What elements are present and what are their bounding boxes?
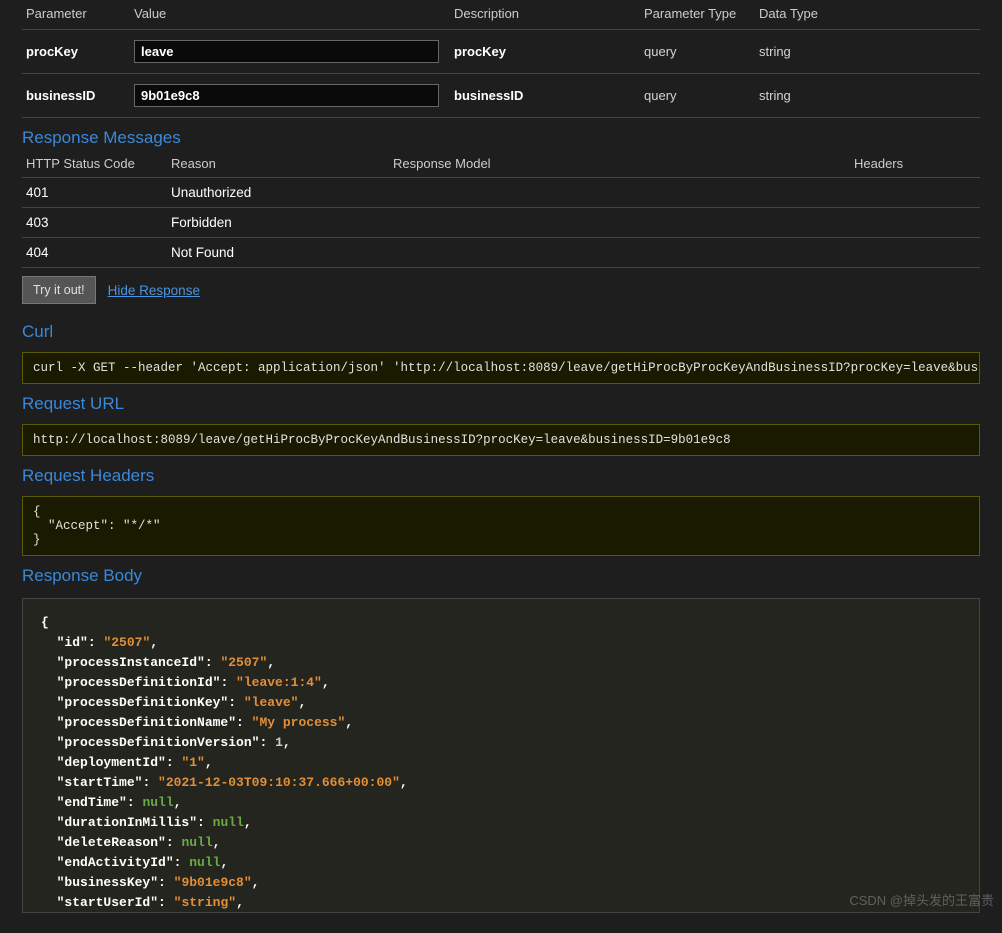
json-line: "endTime": null, bbox=[41, 793, 961, 813]
param-value-input[interactable] bbox=[134, 40, 439, 63]
param-row: procKeyprocKeyquerystring bbox=[22, 30, 980, 74]
response-messages-header: Response Messages bbox=[22, 118, 980, 152]
params-th-parameter: Parameter bbox=[22, 0, 130, 30]
try-it-out-button[interactable]: Try it out! bbox=[22, 276, 96, 304]
request-url-block: http://localhost:8089/leave/getHiProcByP… bbox=[22, 424, 980, 456]
rm-reason: Not Found bbox=[167, 238, 389, 268]
param-type: query bbox=[640, 74, 755, 118]
response-msg-row: 403Forbidden bbox=[22, 208, 980, 238]
json-line: "processDefinitionName": "My process", bbox=[41, 713, 961, 733]
param-description: businessID bbox=[450, 74, 640, 118]
response-msg-row: 404Not Found bbox=[22, 238, 980, 268]
param-datatype: string bbox=[755, 74, 980, 118]
rm-th-headers: Headers bbox=[850, 152, 980, 178]
param-value-input[interactable] bbox=[134, 84, 439, 107]
json-line: "durationInMillis": null, bbox=[41, 813, 961, 833]
json-line: "startUserId": "string", bbox=[41, 893, 961, 913]
rm-status: 403 bbox=[22, 208, 167, 238]
rm-status: 404 bbox=[22, 238, 167, 268]
param-description: procKey bbox=[450, 30, 640, 74]
json-line: "processDefinitionId": "leave:1:4", bbox=[41, 673, 961, 693]
rm-headers bbox=[850, 178, 980, 208]
json-line: "businessKey": "9b01e9c8", bbox=[41, 873, 961, 893]
response-messages-table: HTTP Status Code Reason Response Model H… bbox=[22, 152, 980, 268]
json-line: "startTime": "2021-12-03T09:10:37.666+00… bbox=[41, 773, 961, 793]
params-th-datatype: Data Type bbox=[755, 0, 980, 30]
rm-th-reason: Reason bbox=[167, 152, 389, 178]
rm-reason: Unauthorized bbox=[167, 178, 389, 208]
params-th-description: Description bbox=[450, 0, 640, 30]
param-row: businessIDbusinessIDquerystring bbox=[22, 74, 980, 118]
request-headers-header: Request Headers bbox=[22, 456, 980, 490]
rm-headers bbox=[850, 208, 980, 238]
response-body-block[interactable]: { "id": "2507", "processInstanceId": "25… bbox=[22, 598, 980, 913]
rm-headers bbox=[850, 238, 980, 268]
param-type: query bbox=[640, 30, 755, 74]
response-msg-row: 401Unauthorized bbox=[22, 178, 980, 208]
json-line: "endActivityId": null, bbox=[41, 853, 961, 873]
params-th-value: Value bbox=[130, 0, 450, 30]
rm-model bbox=[389, 208, 850, 238]
hide-response-link[interactable]: Hide Response bbox=[108, 283, 200, 298]
parameters-table: Parameter Value Description Parameter Ty… bbox=[22, 0, 980, 118]
json-line: { bbox=[41, 613, 961, 633]
json-line: "processInstanceId": "2507", bbox=[41, 653, 961, 673]
params-th-paramtype: Parameter Type bbox=[640, 0, 755, 30]
rm-status: 401 bbox=[22, 178, 167, 208]
param-value-cell bbox=[130, 74, 450, 118]
json-line: "processDefinitionKey": "leave", bbox=[41, 693, 961, 713]
rm-model bbox=[389, 178, 850, 208]
param-name: procKey bbox=[22, 30, 130, 74]
param-datatype: string bbox=[755, 30, 980, 74]
rm-model bbox=[389, 238, 850, 268]
rm-reason: Forbidden bbox=[167, 208, 389, 238]
json-line: "deleteReason": null, bbox=[41, 833, 961, 853]
curl-header: Curl bbox=[22, 312, 980, 346]
rm-th-status: HTTP Status Code bbox=[22, 152, 167, 178]
rm-th-model: Response Model bbox=[389, 152, 850, 178]
curl-command-text: curl -X GET --header 'Accept: applicatio… bbox=[33, 361, 980, 375]
curl-code-block[interactable]: curl -X GET --header 'Accept: applicatio… bbox=[22, 352, 980, 384]
param-name: businessID bbox=[22, 74, 130, 118]
json-line: "deploymentId": "1", bbox=[41, 753, 961, 773]
param-value-cell bbox=[130, 30, 450, 74]
response-body-header: Response Body bbox=[22, 556, 980, 590]
request-headers-block: { "Accept": "*/*" } bbox=[22, 496, 980, 556]
json-line: "processDefinitionVersion": 1, bbox=[41, 733, 961, 753]
request-url-header: Request URL bbox=[22, 384, 980, 418]
json-line: "id": "2507", bbox=[41, 633, 961, 653]
